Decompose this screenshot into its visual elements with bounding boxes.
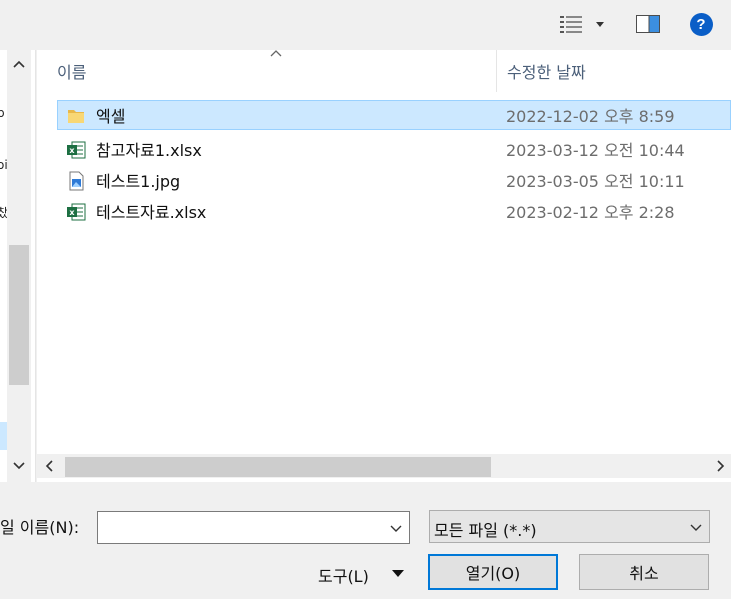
change-view-button[interactable] bbox=[554, 10, 610, 38]
file-date-modified: 2023-03-05 오전 10:11 bbox=[506, 172, 685, 191]
filename-label: 일 이름(N): bbox=[0, 518, 80, 537]
help-button[interactable]: ? bbox=[686, 10, 716, 38]
filename-input[interactable] bbox=[98, 512, 378, 543]
file-row[interactable]: x 참고자료1.xlsx 2023-03-12 오전 10:44 bbox=[57, 134, 731, 164]
navigation-pane[interactable]: p oi 찼 bbox=[0, 50, 36, 482]
help-icon: ? bbox=[689, 12, 713, 36]
file-row[interactable]: 엑셀 2022-12-02 오후 8:59 bbox=[57, 100, 731, 130]
file-name: 참고자료1.xlsx bbox=[96, 141, 202, 160]
excel-file-icon: x bbox=[67, 203, 86, 221]
column-header-date-modified[interactable]: 수정한 날짜 bbox=[496, 50, 731, 92]
cancel-button[interactable]: 취소 bbox=[579, 554, 709, 590]
tools-menu-button[interactable]: 도구(L) bbox=[318, 560, 412, 588]
file-row[interactable]: x 테스트자료.xlsx 2023-02-12 오후 2:28 bbox=[57, 196, 731, 226]
chevron-right-icon bbox=[717, 460, 725, 472]
nav-vertical-scrollbar[interactable] bbox=[7, 50, 31, 482]
filename-combobox[interactable] bbox=[97, 511, 410, 544]
chevron-up-icon bbox=[13, 60, 25, 68]
file-date-modified: 2023-03-12 오전 10:44 bbox=[506, 141, 685, 160]
scroll-thumb[interactable] bbox=[9, 245, 29, 385]
excel-file-icon: x bbox=[67, 141, 86, 159]
chevron-down-icon[interactable] bbox=[389, 521, 403, 535]
file-date-modified: 2023-02-12 오후 2:28 bbox=[506, 203, 675, 222]
list-header: 이름 수정한 날짜 bbox=[37, 50, 731, 92]
chevron-down-icon bbox=[596, 21, 604, 27]
column-header-name[interactable]: 이름 bbox=[57, 50, 495, 92]
file-name: 테스트자료.xlsx bbox=[96, 203, 207, 222]
file-list[interactable]: 이름 수정한 날짜 엑셀 2022-12-02 오후 8:59 x 참고자료1.… bbox=[37, 50, 731, 482]
svg-text:x: x bbox=[69, 146, 75, 155]
scroll-thumb[interactable] bbox=[65, 457, 491, 477]
folder-icon bbox=[68, 110, 84, 123]
list-view-icon bbox=[560, 16, 582, 33]
file-open-dialog: ? p oi 찼 이름 수정한 bbox=[0, 0, 731, 599]
horizontal-scrollbar[interactable] bbox=[37, 454, 731, 478]
caret-down-icon bbox=[392, 570, 404, 577]
svg-text:x: x bbox=[69, 208, 75, 217]
open-button[interactable]: 열기(O) bbox=[428, 554, 558, 590]
file-type-select[interactable]: 모든 파일 (*.*) bbox=[429, 510, 710, 543]
scroll-right-button[interactable] bbox=[709, 454, 731, 478]
scroll-up-button[interactable] bbox=[7, 52, 31, 76]
tools-label: 도구(L) bbox=[318, 567, 369, 586]
preview-pane-button[interactable] bbox=[630, 10, 666, 38]
file-type-value: 모든 파일 (*.*) bbox=[434, 521, 537, 540]
file-name: 테스트1.jpg bbox=[96, 172, 181, 191]
nav-selected-item[interactable] bbox=[0, 422, 7, 450]
file-date-modified: 2022-12-02 오후 8:59 bbox=[506, 107, 675, 126]
nav-item[interactable]: p bbox=[0, 106, 5, 120]
chevron-down-icon bbox=[690, 524, 702, 531]
toolbar: ? bbox=[0, 0, 731, 50]
chevron-left-icon bbox=[45, 460, 53, 472]
file-name: 엑셀 bbox=[96, 107, 126, 126]
preview-pane-icon bbox=[636, 15, 660, 33]
scroll-down-button[interactable] bbox=[7, 454, 31, 478]
scroll-left-button[interactable] bbox=[37, 454, 61, 478]
chevron-down-icon bbox=[13, 462, 25, 470]
image-file-icon bbox=[69, 171, 84, 191]
file-row[interactable]: 테스트1.jpg 2023-03-05 오전 10:11 bbox=[57, 165, 731, 195]
